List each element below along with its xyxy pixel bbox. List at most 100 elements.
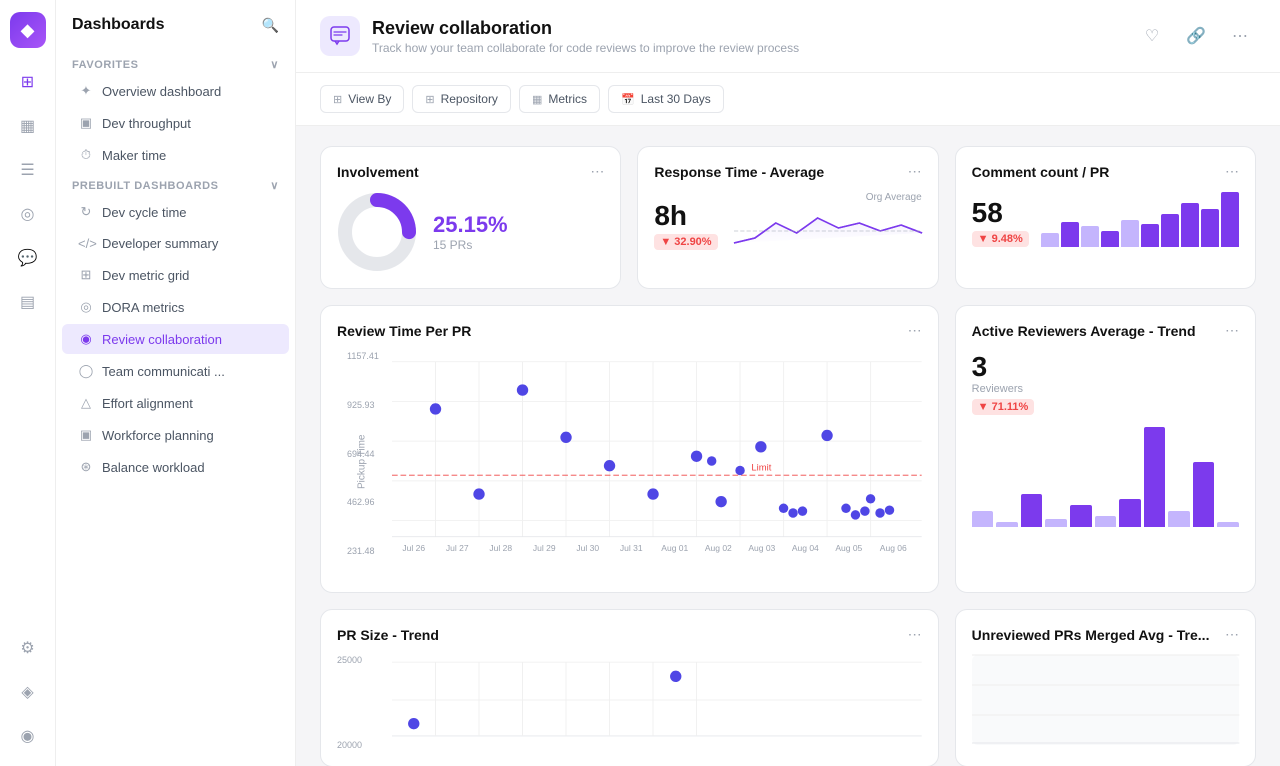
rv-bar-4	[1045, 519, 1067, 527]
y-axis-labels: 1157.41 925.93 694.44 462.96 231.48	[347, 351, 379, 556]
dev-cycle-time-icon: ↻	[78, 204, 94, 220]
comment-count-content: 58 ▼ 9.48%	[972, 192, 1239, 247]
svg-text:Jul 28: Jul 28	[489, 543, 512, 553]
workforce-planning-icon: ▣	[78, 427, 94, 443]
bar-9	[1201, 209, 1219, 248]
sidebar-search-icon[interactable]: 🔍	[262, 17, 279, 34]
pr-size-menu[interactable]: ⋯	[908, 626, 922, 643]
active-reviewers-card: Active Reviewers Average - Trend ⋯ 3 Rev…	[955, 305, 1256, 593]
sidebar-item-developer-summary[interactable]: </> Developer summary	[62, 229, 289, 258]
response-time-badge: ▼ 32.90%	[654, 234, 717, 250]
maker-time-icon: ⏱	[78, 147, 94, 163]
response-time-card-title: Response Time - Average	[654, 164, 824, 180]
bar-6	[1141, 224, 1159, 247]
response-time-sparkline: Org Average	[734, 192, 922, 258]
unreviewed-prs-card: Unreviewed PRs Merged Avg - Tre... ⋯	[955, 609, 1256, 766]
favorites-chevron: ∨	[270, 58, 279, 71]
more-options-button[interactable]: ⋯	[1224, 20, 1256, 52]
rail-settings2-icon[interactable]: ◈	[10, 674, 46, 710]
svg-text:Aug 04: Aug 04	[792, 543, 819, 553]
rv-bar-6	[1095, 516, 1117, 527]
dora-metrics-icon: ◎	[78, 299, 94, 315]
sidebar-item-review-collaboration[interactable]: ◉ Review collaboration	[62, 324, 289, 354]
review-time-title: Review Time Per PR	[337, 323, 471, 339]
svg-text:Limit: Limit	[751, 462, 771, 473]
response-time-value: 8h	[654, 200, 717, 232]
team-communication-icon: ◯	[78, 363, 94, 379]
page-title: Review collaboration	[372, 18, 799, 39]
repository-button[interactable]: ⊞ Repository	[412, 85, 511, 113]
sidebar-item-effort-alignment-label: Effort alignment	[102, 396, 193, 411]
involvement-card-menu[interactable]: ⋯	[590, 163, 604, 180]
svg-text:Jul 27: Jul 27	[446, 543, 469, 553]
repository-icon: ⊞	[425, 93, 434, 106]
active-reviewers-header: Active Reviewers Average - Trend ⋯	[972, 322, 1239, 339]
sidebar-item-dev-throughput[interactable]: ▣ Dev throughput	[62, 108, 289, 138]
reviewers-content: 3 Reviewers ▼ 71.11%	[972, 351, 1239, 527]
reviewers-label: Reviewers	[972, 383, 1239, 395]
view-by-button[interactable]: ⊞ View By	[320, 85, 404, 113]
svg-text:Aug 02: Aug 02	[705, 543, 732, 553]
sidebar-item-developer-summary-label: Developer summary	[102, 236, 218, 251]
date-range-label: Last 30 Days	[641, 92, 711, 106]
date-range-button[interactable]: 📅 Last 30 Days	[608, 85, 724, 113]
sidebar-item-workforce-planning-label: Workforce planning	[102, 428, 214, 443]
pr-size-y1: 25000	[337, 655, 362, 665]
sidebar-item-overview-label: Overview dashboard	[102, 84, 221, 99]
rail-doc-icon[interactable]: ☰	[10, 152, 46, 188]
involvement-card-header: Involvement ⋯	[337, 163, 604, 180]
unreviewed-prs-chart-area	[972, 655, 1239, 745]
comment-count-menu[interactable]: ⋯	[1225, 163, 1239, 180]
svg-text:Aug 03: Aug 03	[748, 543, 775, 553]
rv-bar-9	[1168, 511, 1190, 527]
reviewers-value: 3	[972, 351, 1239, 383]
favorites-section[interactable]: Favorites ∨	[56, 50, 295, 75]
involvement-card-title: Involvement	[337, 164, 419, 180]
svg-text:Jul 31: Jul 31	[620, 543, 643, 553]
rail-clipboard-icon[interactable]: ▤	[10, 284, 46, 320]
share-link-button[interactable]: 🔗	[1180, 20, 1212, 52]
view-by-icon: ⊞	[333, 93, 342, 106]
y-label-4: 462.96	[347, 497, 379, 507]
rail-chart-icon[interactable]: ▦	[10, 108, 46, 144]
rail-user-icon[interactable]: ◉	[10, 718, 46, 754]
pr-size-title: PR Size - Trend	[337, 627, 439, 643]
bar-7	[1161, 214, 1179, 247]
pr-size-card: PR Size - Trend ⋯ 25000 20000	[320, 609, 939, 766]
sidebar-item-workforce-planning[interactable]: ▣ Workforce planning	[62, 420, 289, 450]
sidebar-item-dora-metrics[interactable]: ◎ DORA metrics	[62, 292, 289, 322]
sidebar-item-team-communication[interactable]: ◯ Team communicati ...	[62, 356, 289, 386]
response-time-card-menu[interactable]: ⋯	[908, 163, 922, 180]
y-label-1: 1157.41	[347, 351, 379, 361]
sidebar-item-maker-time-label: Maker time	[102, 148, 166, 163]
app-logo[interactable]: ◆	[10, 12, 46, 48]
involvement-percentage: 25.15%	[433, 212, 508, 238]
sidebar-item-dev-metric-grid-label: Dev metric grid	[102, 268, 189, 283]
rail-grid-icon[interactable]: ⊞	[10, 64, 46, 100]
review-time-menu[interactable]: ⋯	[908, 322, 922, 339]
sidebar: Dashboards 🔍 Favorites ∨ ✦ Overview dash…	[56, 0, 296, 766]
page-title-group: Review collaboration Track how your team…	[372, 18, 799, 55]
metrics-button[interactable]: ▦ Metrics	[519, 85, 600, 113]
sidebar-item-dev-metric-grid[interactable]: ⊞ Dev metric grid	[62, 260, 289, 290]
rail-chat-icon[interactable]: 💬	[10, 240, 46, 276]
sidebar-item-dev-cycle-time[interactable]: ↻ Dev cycle time	[62, 197, 289, 227]
sidebar-item-effort-alignment[interactable]: △ Effort alignment	[62, 388, 289, 418]
favorite-button[interactable]: ♡	[1136, 20, 1168, 52]
prebuilt-section[interactable]: Prebuilt Dashboards ∨	[56, 171, 295, 196]
rail-trophy-icon[interactable]: ◎	[10, 196, 46, 232]
sidebar-item-balance-workload[interactable]: ⊛ Balance workload	[62, 452, 289, 482]
comment-count-badge: ▼ 9.48%	[972, 231, 1029, 247]
sidebar-item-maker-time[interactable]: ⏱ Maker time	[62, 140, 289, 170]
rv-bar-3	[1021, 494, 1043, 527]
active-reviewers-menu[interactable]: ⋯	[1225, 322, 1239, 339]
sidebar-item-dev-throughput-label: Dev throughput	[102, 116, 191, 131]
prebuilt-chevron: ∨	[270, 179, 279, 192]
page-header-left: Review collaboration Track how your team…	[320, 16, 799, 56]
unreviewed-prs-menu[interactable]: ⋯	[1225, 626, 1239, 643]
sidebar-title: Dashboards	[72, 16, 164, 34]
sidebar-item-overview[interactable]: ✦ Overview dashboard	[62, 76, 289, 106]
reviewers-badge: ▼ 71.11%	[972, 399, 1035, 415]
sidebar-item-balance-workload-label: Balance workload	[102, 460, 205, 475]
rail-settings-icon[interactable]: ⚙	[10, 630, 46, 666]
